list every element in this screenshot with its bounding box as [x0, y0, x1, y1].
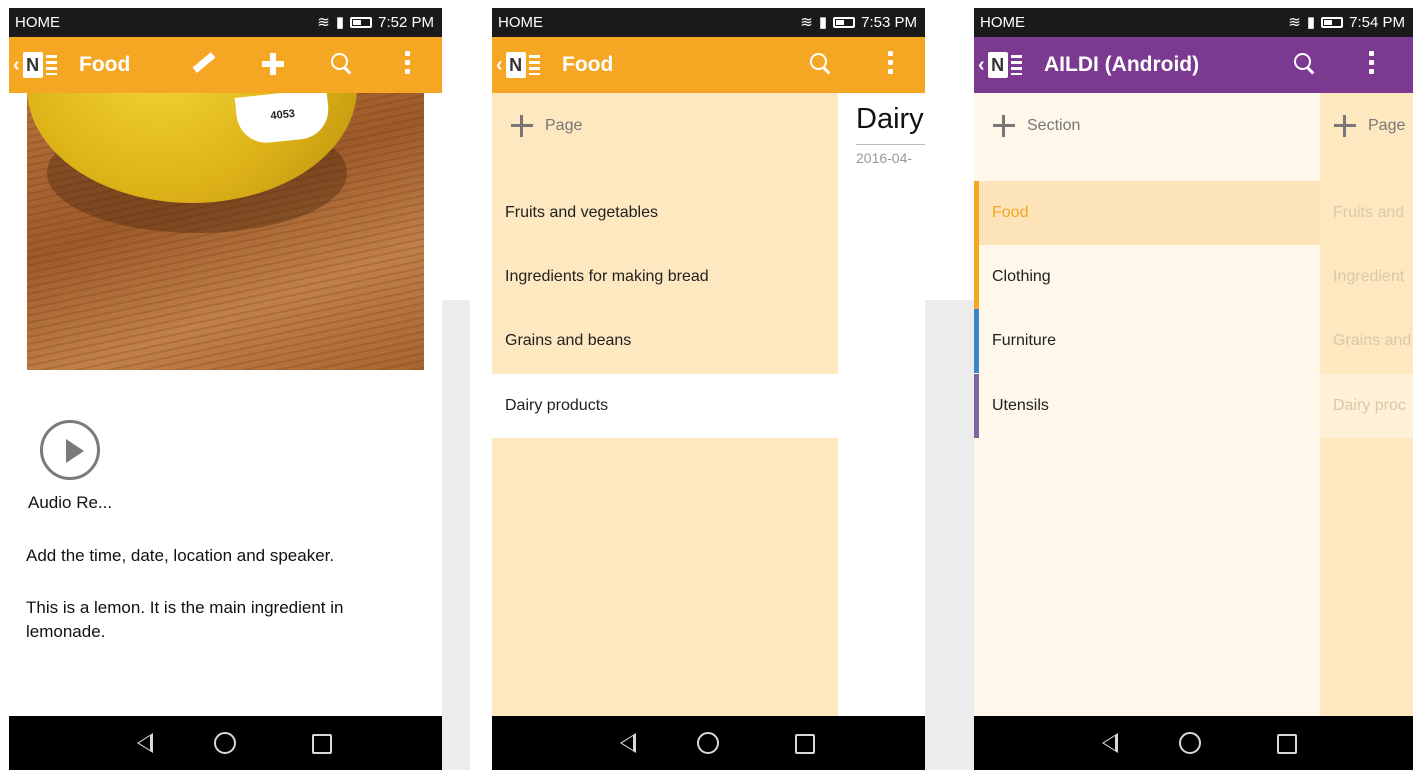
back-icon[interactable]: [1102, 733, 1118, 753]
android-nav-bar: [974, 716, 1413, 770]
page-item-faded[interactable]: Grains and: [1320, 309, 1413, 373]
more-options-icon[interactable]: [888, 51, 894, 79]
page-list-peek: Page Fruits and Ingredient Grains and Da…: [1320, 93, 1413, 716]
page-item[interactable]: Ingredients for making bread: [492, 245, 838, 309]
battery-icon: [833, 17, 856, 28]
signal-icon: ▮: [335, 14, 345, 31]
preview-divider: [856, 144, 925, 145]
onenote-icon: N: [987, 52, 1008, 78]
plus-icon: [511, 115, 533, 137]
recent-apps-icon[interactable]: [1277, 734, 1297, 754]
play-icon: [66, 439, 84, 463]
wifi-icon: ≋: [800, 14, 813, 31]
phone-screen-note: HOME ≋ ▮ 7:52 PM ‹ N Food 4053 Audio Re.…: [9, 8, 442, 770]
status-bar: HOME ≋ ▮ 7:54 PM: [974, 8, 1413, 37]
status-time: 7:54 PM: [1349, 14, 1405, 31]
note-paragraph: Add the time, date, location and speaker…: [26, 546, 335, 565]
chevron-left-icon: ‹: [13, 53, 20, 76]
phone-screen-sections: HOME ≋ ▮ 7:54 PM ‹ N AILDI (Android) Sec…: [974, 8, 1413, 770]
add-page-button[interactable]: Page: [511, 115, 582, 137]
recent-apps-icon[interactable]: [312, 734, 332, 754]
section-item-utensils[interactable]: Utensils: [974, 374, 1320, 438]
status-bar: HOME ≋ ▮ 7:53 PM: [492, 8, 925, 37]
back-icon[interactable]: [620, 733, 636, 753]
home-icon[interactable]: [1179, 732, 1201, 754]
onenote-logo-back-button[interactable]: ‹ N: [13, 51, 57, 79]
notebook-lines-icon: [1010, 55, 1022, 75]
wifi-icon: ≋: [1288, 14, 1301, 31]
page-item-faded[interactable]: Dairy proc: [1320, 374, 1413, 438]
page-item-selected[interactable]: Dairy products: [492, 374, 838, 438]
android-nav-bar: [492, 716, 925, 770]
more-options-icon[interactable]: [405, 51, 411, 79]
pencil-icon[interactable]: [192, 52, 216, 73]
onenote-logo-back-button[interactable]: ‹ N: [978, 51, 1022, 79]
notebook-lines-icon: [45, 55, 57, 75]
status-home-label: HOME: [980, 14, 1025, 31]
onenote-icon: N: [505, 52, 526, 78]
section-list-panel: Section Food Clothing Furniture Utensils: [974, 93, 1320, 716]
search-icon[interactable]: [810, 53, 832, 75]
preview-date: 2016-04-: [856, 150, 913, 166]
page-list-panel: Page Fruits and vegetables Ingredients f…: [492, 93, 838, 716]
chevron-left-icon: ‹: [496, 53, 503, 76]
onenote-logo-back-button[interactable]: ‹ N: [496, 51, 540, 79]
audio-play-button[interactable]: [40, 420, 100, 480]
section-item-clothing[interactable]: Clothing: [974, 245, 1320, 309]
recent-apps-icon[interactable]: [795, 734, 815, 754]
phone-screen-pages: HOME ≋ ▮ 7:53 PM ‹ N Food Page Fruits an…: [492, 8, 925, 770]
lemon-photo[interactable]: 4053: [27, 93, 424, 370]
more-options-icon[interactable]: [1369, 51, 1375, 79]
battery-icon: [350, 17, 373, 28]
note-paragraph: This is a lemon. It is the main ingredie…: [26, 598, 344, 641]
status-home-label: HOME: [498, 14, 543, 31]
page-item-faded[interactable]: Ingredient: [1320, 245, 1413, 309]
search-icon[interactable]: [1294, 53, 1316, 75]
status-home-label: HOME: [15, 14, 60, 31]
notebook-lines-icon: [528, 55, 540, 75]
preview-title: Dairy: [856, 103, 924, 135]
add-section-button[interactable]: Section: [993, 115, 1080, 137]
section-item-furniture[interactable]: Furniture: [974, 309, 1320, 373]
signal-icon: ▮: [1306, 14, 1316, 31]
android-nav-bar: [9, 716, 442, 770]
plus-icon: [993, 115, 1015, 137]
app-bar: ‹ N AILDI (Android): [974, 37, 1413, 93]
notebook-title: AILDI (Android): [1044, 53, 1200, 76]
page-item[interactable]: Grains and beans: [492, 309, 838, 373]
battery-icon: [1321, 17, 1344, 28]
home-icon[interactable]: [214, 732, 236, 754]
plus-icon: [1334, 115, 1356, 137]
back-icon[interactable]: [137, 733, 153, 753]
home-icon[interactable]: [697, 732, 719, 754]
signal-icon: ▮: [818, 14, 828, 31]
status-bar: HOME ≋ ▮ 7:52 PM: [9, 8, 442, 37]
status-time: 7:52 PM: [378, 14, 434, 31]
audio-recording-label[interactable]: Audio Re...: [28, 493, 112, 513]
section-title: Food: [562, 53, 614, 76]
status-time: 7:53 PM: [861, 14, 917, 31]
add-page-button[interactable]: Page: [1334, 115, 1405, 137]
page-item-faded[interactable]: Fruits and: [1320, 181, 1413, 245]
wifi-icon: ≋: [317, 14, 330, 31]
chevron-left-icon: ‹: [978, 53, 985, 76]
page-item[interactable]: Fruits and vegetables: [492, 181, 838, 245]
app-bar: ‹ N Food: [9, 37, 442, 93]
page-preview: Dairy 2016-04-: [838, 93, 925, 716]
onenote-icon: N: [22, 52, 43, 78]
section-item-food[interactable]: Food: [974, 181, 1320, 245]
app-bar: ‹ N Food: [492, 37, 925, 93]
plus-icon[interactable]: [262, 53, 284, 75]
search-icon[interactable]: [331, 53, 353, 75]
page-title: Food: [79, 53, 131, 76]
